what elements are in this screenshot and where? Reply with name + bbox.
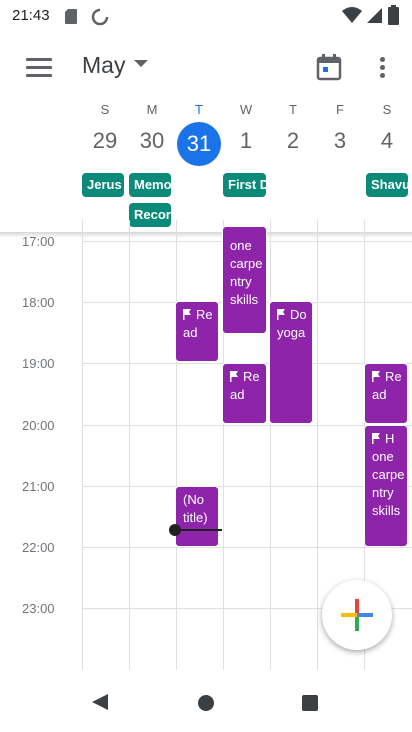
back-icon[interactable] bbox=[90, 692, 110, 712]
home-icon[interactable] bbox=[196, 693, 216, 713]
hour-label: 17:00 bbox=[22, 234, 55, 249]
cell-signal-icon bbox=[367, 8, 382, 23]
day-gridline bbox=[129, 220, 130, 670]
all-day-event[interactable]: Memo bbox=[129, 173, 171, 197]
flag-icon bbox=[277, 309, 285, 320]
day-gridline bbox=[317, 220, 318, 670]
flag-icon bbox=[372, 371, 380, 382]
day-of-week-today: T bbox=[195, 102, 203, 117]
event-no-title-tue[interactable]: (No title) bbox=[175, 486, 219, 547]
date-number[interactable]: 2 bbox=[273, 128, 313, 154]
hour-label: 20:00 bbox=[22, 418, 55, 433]
date-number[interactable]: 1 bbox=[226, 128, 266, 154]
date-number[interactable]: 4 bbox=[367, 128, 407, 154]
day-of-week: M bbox=[146, 102, 158, 117]
flag-icon bbox=[230, 371, 238, 382]
event-hone-carpentry-wed[interactable]: one carpe ntry skills bbox=[222, 226, 267, 334]
date-number[interactable]: 3 bbox=[320, 128, 360, 154]
all-day-event[interactable]: First D bbox=[223, 173, 266, 197]
system-nav-bar bbox=[0, 672, 412, 732]
event-read-sat[interactable]: Re ad bbox=[364, 363, 408, 424]
wifi-icon bbox=[342, 7, 362, 23]
event-title-line: (No bbox=[183, 492, 204, 507]
data-saver-icon bbox=[91, 8, 109, 26]
hour-label: 23:00 bbox=[22, 601, 55, 616]
hour-label: 21:00 bbox=[22, 479, 55, 494]
date-number-today[interactable]: 31 bbox=[177, 122, 221, 166]
hour-gridline bbox=[82, 425, 412, 426]
event-title-line: ad bbox=[372, 387, 387, 402]
hour-label: 19:00 bbox=[22, 356, 55, 371]
month-label[interactable]: May bbox=[82, 52, 125, 79]
hamburger-menu-icon[interactable] bbox=[26, 58, 52, 78]
create-event-button[interactable] bbox=[322, 580, 392, 650]
current-time-dot bbox=[169, 524, 181, 536]
event-read-wed[interactable]: Re ad bbox=[222, 363, 267, 424]
status-bar: 21:43 bbox=[0, 0, 412, 32]
event-title-line: skills bbox=[372, 503, 401, 518]
event-do-yoga-thu[interactable]: Do yoga bbox=[269, 301, 313, 424]
event-title-line: H bbox=[385, 431, 395, 446]
event-title-line: Do bbox=[290, 307, 307, 322]
event-title-line: ad bbox=[183, 325, 198, 340]
week-header bbox=[0, 0, 412, 1]
event-title-line: ad bbox=[230, 387, 245, 402]
hour-gridline bbox=[82, 486, 412, 487]
all-day-event[interactable]: Jerus bbox=[82, 173, 124, 197]
event-title-line: ntry bbox=[230, 274, 252, 289]
more-vert-icon[interactable] bbox=[378, 54, 388, 82]
event-title-line: Re bbox=[385, 369, 402, 384]
date-number[interactable]: 30 bbox=[132, 128, 172, 154]
day-of-week: W bbox=[239, 102, 253, 117]
flag-icon bbox=[183, 309, 191, 320]
day-gridline bbox=[82, 220, 83, 670]
status-time: 21:43 bbox=[12, 7, 50, 24]
event-title-line: yoga bbox=[277, 325, 306, 340]
event-title-line: skills bbox=[230, 292, 259, 307]
chevron-down-icon[interactable] bbox=[134, 60, 148, 67]
day-of-week: T bbox=[289, 102, 297, 117]
event-title-line: carpe bbox=[372, 467, 405, 482]
event-title-line: ntry bbox=[372, 485, 394, 500]
hour-label: 22:00 bbox=[22, 540, 55, 555]
all-day-event[interactable]: Recor bbox=[129, 203, 171, 227]
day-of-week: F bbox=[336, 102, 344, 117]
calendar-today-icon[interactable] bbox=[315, 53, 343, 81]
all-day-event[interactable]: Shavu bbox=[366, 173, 408, 197]
day-gridline bbox=[270, 220, 271, 670]
recents-icon[interactable] bbox=[300, 693, 320, 713]
event-title-line: title) bbox=[183, 510, 208, 525]
event-title-line: carpe bbox=[230, 256, 263, 271]
event-title-line: Re bbox=[196, 307, 213, 322]
date-number[interactable]: 29 bbox=[85, 128, 125, 154]
day-of-week: S bbox=[100, 102, 110, 117]
app-bar: May bbox=[0, 32, 412, 96]
event-title-line: one bbox=[372, 449, 394, 464]
day-of-week: S bbox=[382, 102, 392, 117]
hour-label: 18:00 bbox=[22, 295, 55, 310]
day-gridline bbox=[176, 220, 177, 670]
current-time-line bbox=[176, 529, 222, 531]
add-plus-icon bbox=[341, 599, 373, 631]
battery-icon bbox=[388, 5, 399, 25]
sd-card-icon bbox=[65, 9, 77, 24]
event-title-line: Re bbox=[243, 369, 260, 384]
event-read-tue[interactable]: Re ad bbox=[175, 301, 219, 362]
event-title-line: one bbox=[230, 238, 252, 253]
event-hone-carpentry-sat[interactable]: H one carpe ntry skills bbox=[364, 425, 408, 547]
hour-gridline bbox=[82, 547, 412, 548]
flag-icon bbox=[372, 433, 380, 444]
